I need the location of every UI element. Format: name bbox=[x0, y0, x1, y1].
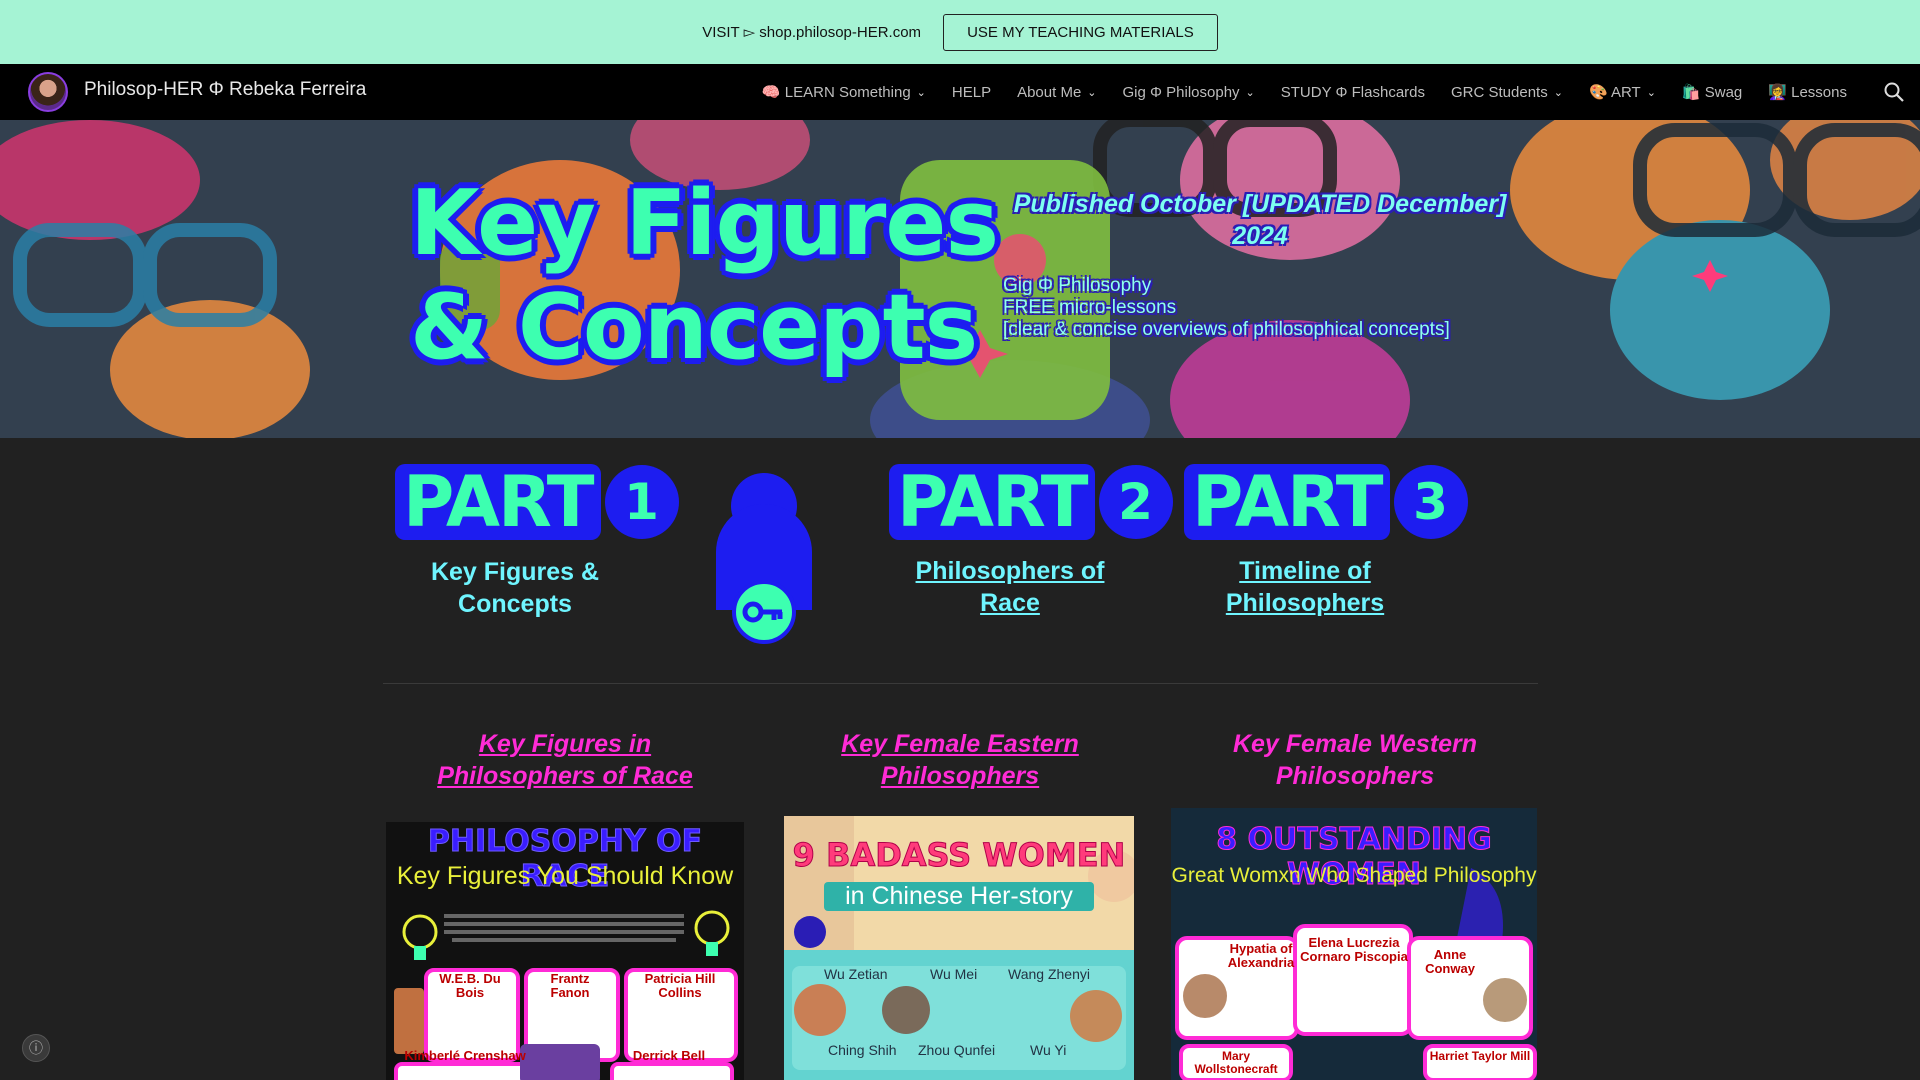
poster-western-subheading: Great Womxn Who Shaped Philosophy bbox=[1171, 864, 1537, 887]
menu-item-label: STUDY Φ Flashcards bbox=[1280, 83, 1425, 101]
menu-item-label: HELP bbox=[951, 83, 992, 101]
chevron-down-icon[interactable]: ⌄ bbox=[1087, 86, 1096, 99]
poster-western-women[interactable]: 8 OUTSTANDING WOMEN Great Womxn Who Shap… bbox=[1171, 808, 1537, 1080]
hero-banner: Key Figures & Concepts Published October… bbox=[0, 120, 1920, 438]
menu-item-2[interactable]: About Me ⌄ bbox=[1004, 64, 1109, 120]
hero-sub-line3: [clear & concise overviews of philosophi… bbox=[1003, 319, 1450, 340]
menu-item-label: GRC Students bbox=[1451, 83, 1548, 101]
poster-eastern-name-1: Wu Zetian bbox=[824, 966, 888, 982]
poster-eastern-heading: 9 BADASS WOMEN bbox=[792, 836, 1126, 875]
poster-race-name-3: Patricia Hill Collins bbox=[644, 971, 716, 1000]
poster-race-name-5: Derrick Bell bbox=[632, 1048, 706, 1063]
search-icon[interactable] bbox=[1882, 80, 1906, 104]
chevron-down-icon[interactable]: ⌄ bbox=[917, 86, 926, 99]
menu-item-3[interactable]: Gig Φ Philosophy ⌄ bbox=[1110, 64, 1268, 120]
key-female-western-title: Key Female Western Philosophers bbox=[1232, 730, 1478, 790]
hero-title-line1: Key Figures bbox=[410, 171, 999, 276]
poster-western-name-4: Mary Wollstonecraft bbox=[1194, 1049, 1278, 1076]
hero-sub-line2: FREE micro-lessons bbox=[1003, 297, 1177, 318]
chevron-down-icon[interactable]: ⌄ bbox=[1554, 86, 1563, 99]
hero-title: Key Figures & Concepts bbox=[410, 171, 999, 380]
poster-race-name-2: Frantz Fanon bbox=[550, 971, 590, 1000]
poster-eastern-name-2: Wu Mei bbox=[930, 966, 978, 982]
promo-banner: VISIT ▻ shop.philosop-HER.com USE MY TEA… bbox=[0, 0, 1920, 64]
section-divider bbox=[383, 683, 1538, 684]
chevron-down-icon[interactable]: ⌄ bbox=[1246, 86, 1255, 99]
site-title[interactable]: Philosop-HER Φ Rebeka Ferreira bbox=[84, 79, 366, 101]
menu-item-7[interactable]: 🛍️ Swag bbox=[1669, 64, 1755, 120]
poster-western-name-3: Anne Conway bbox=[1425, 947, 1475, 976]
hero-sub-line1: Gig Φ Philosophy bbox=[1003, 275, 1152, 296]
part-3-word: PART bbox=[1184, 464, 1390, 540]
promo-text: VISIT ▻ shop.philosop-HER.com bbox=[702, 24, 922, 41]
philosophers-of-race-link[interactable]: Philosophers of Race bbox=[885, 555, 1135, 619]
info-icon[interactable]: ⓘ bbox=[22, 1034, 50, 1062]
poster-eastern-name-6: Wu Yi bbox=[1030, 1042, 1067, 1058]
poster-western-name-5: Harriet Taylor Mill bbox=[1429, 1049, 1531, 1063]
part-1-label: Key Figures & Concepts bbox=[430, 558, 600, 618]
poster-eastern-name-5: Zhou Qunfei bbox=[918, 1042, 996, 1058]
part-1-badge: PART 1 bbox=[395, 464, 679, 540]
menu-item-8[interactable]: 👩‍🏫 Lessons bbox=[1755, 64, 1860, 120]
part-1-number: 1 bbox=[604, 465, 679, 539]
poster-eastern-name-3: Wang Zhenyi bbox=[1008, 966, 1090, 982]
chevron-down-icon[interactable]: ⌄ bbox=[1647, 86, 1656, 99]
poster-race-name-1: W.E.B. Du Bois bbox=[439, 971, 501, 1000]
part-1-word: PART bbox=[395, 464, 601, 540]
menu-item-label: Gig Φ Philosophy bbox=[1122, 83, 1240, 101]
hero-subtitle: Gig Φ Philosophy FREE micro-lessons [cle… bbox=[1003, 275, 1450, 341]
part-3-number: 3 bbox=[1393, 465, 1468, 539]
poster-philosophy-of-race[interactable]: PHILOSOPHY OF RACE Key Figures You Shoul… bbox=[386, 822, 744, 1080]
key-female-eastern-link[interactable]: Key Female Eastern Philosophers bbox=[790, 728, 1130, 792]
menu-item-1[interactable]: HELP bbox=[939, 64, 1004, 120]
poster-eastern-name-4: Ching Shih bbox=[828, 1042, 897, 1058]
site-avatar[interactable] bbox=[28, 72, 68, 112]
poster-race-subheading: Key Figures You Should Know bbox=[396, 862, 734, 890]
menu-item-label: 👩‍🏫 Lessons bbox=[1768, 84, 1847, 101]
menu-item-4[interactable]: STUDY Φ Flashcards bbox=[1268, 64, 1438, 120]
part-2-number: 2 bbox=[1098, 465, 1173, 539]
menu-item-label: 🛍️ Swag bbox=[1681, 84, 1743, 101]
menu-item-label: About Me bbox=[1017, 83, 1082, 101]
top-nav: Philosop-HER Φ Rebeka Ferreira 🧠 LEARN S… bbox=[0, 64, 1920, 120]
hero-title-line2: & Concepts bbox=[410, 275, 978, 380]
menu-item-5[interactable]: GRC Students ⌄ bbox=[1438, 64, 1576, 120]
menu-item-label: 🧠 LEARN Something bbox=[761, 84, 911, 101]
user-key-icon bbox=[716, 473, 812, 644]
published-date: Published October [UPDATED December] 202… bbox=[1013, 190, 1507, 250]
main-menu: 🧠 LEARN Something ⌄ HELP About Me ⌄ Gig Φ Phi… bbox=[749, 64, 1860, 120]
part-2-word: PART bbox=[889, 464, 1095, 540]
part-2-badge: PART 2 bbox=[889, 464, 1173, 540]
poster-eastern-women[interactable]: 9 BADASS WOMEN in Chinese Her-story Wu Z… bbox=[784, 816, 1134, 1080]
poster-western-name-2: Elena Lucrezia Cornaro Piscopia bbox=[1300, 935, 1408, 964]
menu-item-label: 🎨 ART bbox=[1588, 84, 1641, 101]
teaching-materials-button[interactable]: USE MY TEACHING MATERIALS bbox=[943, 13, 1218, 51]
menu-item-0[interactable]: 🧠 LEARN Something ⌄ bbox=[749, 64, 939, 120]
key-figures-race-link[interactable]: Key Figures in Philosophers of Race bbox=[400, 728, 730, 792]
part-3-badge: PART 3 bbox=[1184, 464, 1468, 540]
menu-item-6[interactable]: 🎨 ART ⌄ bbox=[1576, 64, 1669, 120]
poster-eastern-subheading: in Chinese Her-story bbox=[824, 882, 1094, 911]
timeline-of-philosophers-link[interactable]: Timeline of Philosophers bbox=[1185, 555, 1425, 619]
poster-western-name-1: Hypatia of Alexandria bbox=[1227, 941, 1295, 970]
poster-race-name-4: Kimberlé Crenshaw bbox=[404, 1048, 526, 1063]
